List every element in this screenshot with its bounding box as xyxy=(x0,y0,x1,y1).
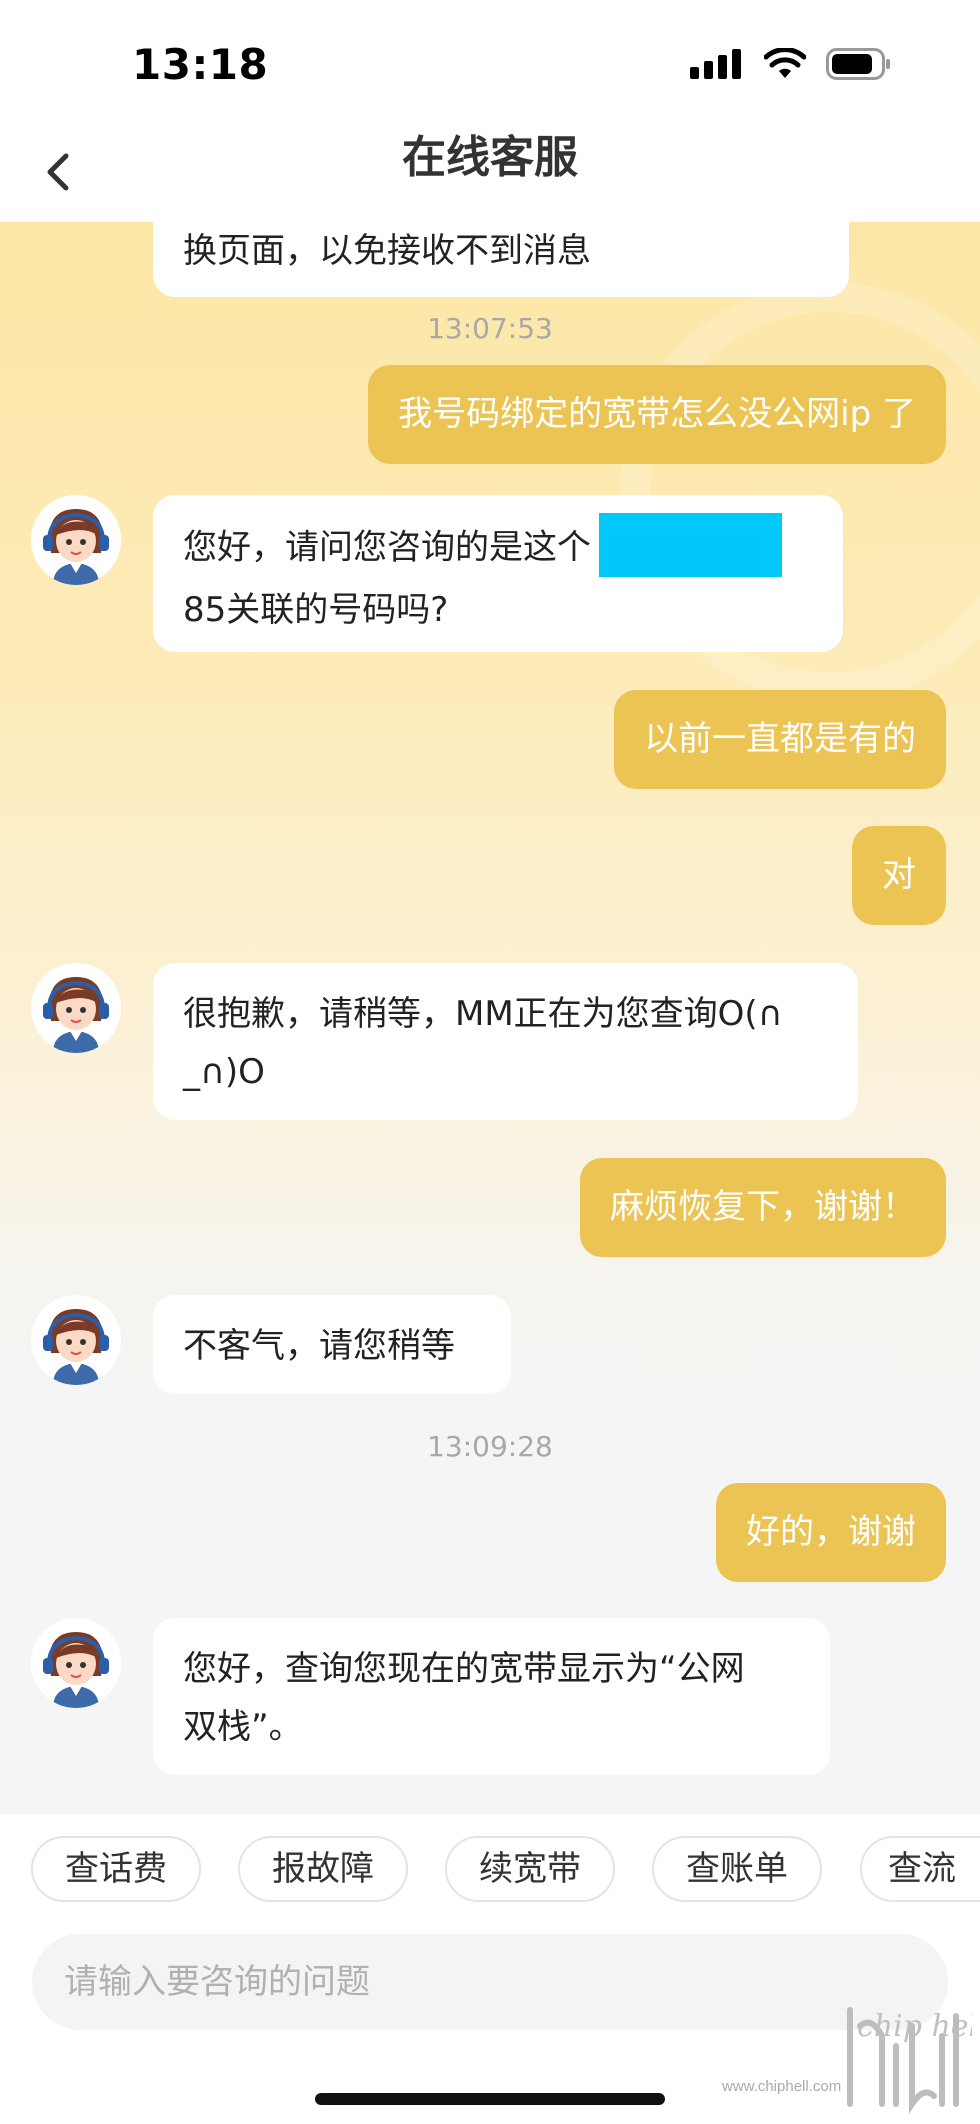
status-bar: 13:18 xyxy=(0,0,980,120)
wifi-icon xyxy=(763,47,807,84)
quick-reply-chip[interactable]: 续宽带 xyxy=(445,1836,615,1902)
chat-area[interactable]: 换页面，以免接收不到消息 13:07:53 我号码绑定的宽带怎么没公网ip 了 … xyxy=(0,222,980,1814)
cellular-signal-icon xyxy=(690,49,744,83)
message-text: 不客气，请您稍等 xyxy=(183,1326,455,1366)
message-line: 您好，请问您咨询的是这个 xyxy=(183,513,813,581)
user-message: 对 xyxy=(852,826,946,925)
battery-icon xyxy=(826,48,892,84)
watermark-text: www.chiphell.com xyxy=(722,2078,842,2095)
nav-bar: 在线客服 xyxy=(0,120,980,222)
message-line: _∩)O xyxy=(183,1052,265,1092)
chiphell-watermark-logo: chip hell xyxy=(847,2007,980,2114)
agent-message: 不客气，请您稍等 xyxy=(153,1295,511,1394)
agent-avatar xyxy=(31,1295,121,1385)
timestamp: 13:07:53 xyxy=(427,312,553,345)
home-indicator xyxy=(315,2093,665,2105)
message-text: 麻烦恢复下，谢谢！ xyxy=(610,1187,916,1227)
message-text: 换页面，以免接收不到消息 xyxy=(183,231,591,271)
message-text: 好的，谢谢 xyxy=(746,1512,916,1552)
agent-message: 您好，请问您咨询的是这个 85关联的号码吗? xyxy=(153,495,843,652)
agent-avatar xyxy=(31,963,121,1053)
watermark: chip hell www.chiphell.com xyxy=(722,1996,980,2116)
agent-message: 您好，查询您现在的宽带显示为“公网 双栈”。 xyxy=(153,1618,830,1775)
user-message: 好的，谢谢 xyxy=(716,1483,946,1582)
quick-reply-chip[interactable]: 报故障 xyxy=(238,1836,408,1902)
quick-reply-chip[interactable]: 查话费 xyxy=(31,1836,201,1902)
user-message: 我号码绑定的宽带怎么没公网ip 了 xyxy=(368,365,946,464)
timestamp: 13:09:28 xyxy=(427,1430,553,1463)
user-message: 以前一直都是有的 xyxy=(614,690,946,789)
agent-message: 很抱歉，请稍等，MM正在为您查询O(∩ _∩)O xyxy=(153,963,858,1120)
status-icons xyxy=(690,47,892,84)
quick-reply-chip[interactable]: 查账单 xyxy=(652,1836,822,1902)
page-title: 在线客服 xyxy=(402,132,578,183)
message-line: 您好，查询您现在的宽带显示为“公网 xyxy=(183,1649,745,1689)
redacted-block xyxy=(599,513,782,577)
quick-reply-bar[interactable]: 查话费 报故障 续宽带 查账单 查流 xyxy=(0,1814,980,1934)
agent-avatar xyxy=(31,1618,121,1708)
message-line: 很抱歉，请稍等，MM正在为您查询O(∩ xyxy=(183,994,783,1034)
message-line: 85关联的号码吗? xyxy=(183,590,449,630)
status-time: 13:18 xyxy=(132,40,269,89)
quick-reply-chip[interactable]: 查流 xyxy=(860,1836,980,1902)
message-line: 双栈”。 xyxy=(183,1707,303,1747)
agent-message: 换页面，以免接收不到消息 xyxy=(153,222,849,297)
message-text: 对 xyxy=(882,855,916,895)
message-text: 我号码绑定的宽带怎么没公网ip 了 xyxy=(398,394,916,434)
agent-avatar xyxy=(31,495,121,585)
user-message: 麻烦恢复下，谢谢！ xyxy=(580,1158,946,1257)
message-text: 以前一直都是有的 xyxy=(644,719,916,759)
